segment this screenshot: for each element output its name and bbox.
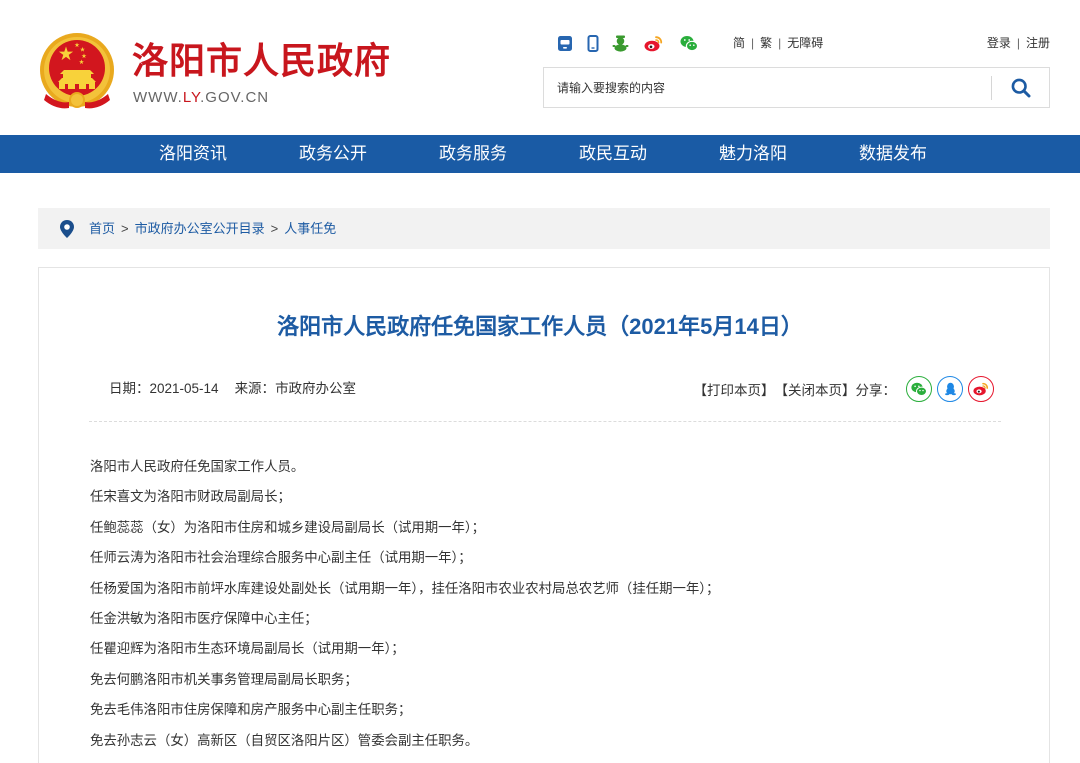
wechat-icon[interactable] xyxy=(680,35,698,52)
app-icon-graphic xyxy=(558,36,572,51)
share-wechat-button[interactable] xyxy=(906,376,932,402)
site-url-prefix: WWW. xyxy=(133,89,183,106)
account-separator: | xyxy=(1016,36,1020,50)
national-emblem xyxy=(38,32,116,112)
qq-icon xyxy=(944,382,956,396)
lang-separator: | xyxy=(751,36,755,50)
mini-program-icon-graphic xyxy=(612,35,629,52)
article-paragraph: 免去何鹏洛阳市机关事务管理局副局长职务； xyxy=(90,671,358,687)
article-paragraph: 任师云涛为洛阳市社会治理综合服务中心副主任（试用期一年）； xyxy=(90,550,472,566)
share-weibo-button[interactable] xyxy=(968,376,994,402)
article-paragraph: 免去孙志云（女）高新区（自贸区洛阳片区）管委会副主任职务。 xyxy=(90,732,479,748)
mobile-icon[interactable] xyxy=(587,35,599,52)
nav-item-luoyang-news[interactable]: 洛阳资讯 xyxy=(123,135,263,173)
article-paragraph: 任宋喜文为洛阳市财政局副局长； xyxy=(90,489,291,505)
traditional-chinese-link[interactable]: 繁 xyxy=(760,36,772,50)
weibo-icon xyxy=(973,382,988,396)
mini-program-icon[interactable] xyxy=(612,35,629,52)
date-label: 日期： xyxy=(109,381,150,396)
share-qq-button[interactable] xyxy=(937,376,963,402)
simplified-chinese-link[interactable]: 简 xyxy=(733,36,745,50)
article-paragraph: 任杨爱国为洛阳市前坪水库建设处副处长（试用期一年），挂任洛阳市农业农村局总农艺师… xyxy=(90,580,720,596)
article-paragraph: 洛阳市人民政府任免国家工作人员。 xyxy=(90,459,305,474)
account-links: 登录 | 注册 xyxy=(987,35,1050,51)
breadcrumb-catalog[interactable]: 市政府办公室公开目录 xyxy=(135,221,265,236)
article-paragraph: 任鲍蕊蕊（女）为洛阳市住房和城乡建设局副局长（试用期一年）； xyxy=(90,519,486,535)
search-button[interactable] xyxy=(992,68,1049,107)
article-paragraph: 任瞿迎辉为洛阳市生态环境局副局长（试用期一年）； xyxy=(90,641,405,657)
meta-divider xyxy=(89,421,1001,422)
national-emblem-graphic xyxy=(40,33,114,109)
nav-item-public-interaction[interactable]: 政民互动 xyxy=(543,135,683,173)
article-title: 洛阳市人民政府任免国家工作人员（2021年5月14日） xyxy=(277,314,803,339)
site-title: 洛阳市人民政府 xyxy=(132,40,392,81)
location-pin-icon xyxy=(60,220,74,238)
search-box xyxy=(543,67,1050,108)
article-paragraph: 任金洪敏为洛阳市医疗保障中心主任； xyxy=(90,611,318,627)
source-value: 市政府办公室 xyxy=(275,381,357,396)
article-meta: 日期：2021-05-14 来源：市政府办公室 xyxy=(109,379,356,399)
nav-item-data-release[interactable]: 数据发布 xyxy=(823,135,963,173)
search-icon xyxy=(1011,78,1030,97)
app-icon[interactable] xyxy=(557,35,573,52)
accessibility-link[interactable]: 无障碍 xyxy=(787,36,823,50)
breadcrumb-separator: > xyxy=(121,221,129,236)
wechat-icon xyxy=(911,382,927,396)
share-label: 分享： xyxy=(855,383,897,398)
article-actions: 【打印本页】 【关闭本页】 分享： xyxy=(694,376,994,402)
register-link[interactable]: 注册 xyxy=(1026,36,1050,50)
nav-list: 洛阳资讯 政务公开 政务服务 政民互动 魅力洛阳 数据发布 xyxy=(123,135,963,173)
login-link[interactable]: 登录 xyxy=(987,36,1011,50)
source-label: 来源： xyxy=(234,381,276,396)
lang-separator: | xyxy=(778,36,782,50)
print-page-link[interactable]: 【打印本页】 xyxy=(694,379,775,399)
breadcrumb-trail: 首页 > 市政府办公室公开目录 > 人事任免 xyxy=(89,208,336,249)
nav-item-government-affairs-disclosure[interactable]: 政务公开 xyxy=(263,135,403,173)
publish-date: 2021-05-14 xyxy=(149,381,219,396)
wechat-icon-graphic xyxy=(680,36,698,52)
mobile-icon-graphic xyxy=(587,35,599,52)
location-pin-graphic xyxy=(60,220,74,238)
search-input[interactable] xyxy=(544,68,991,107)
breadcrumb-separator: > xyxy=(270,221,279,236)
article-body: 洛阳市人民政府任免国家工作人员。 任宋喜文为洛阳市财政局副局长； 任鲍蕊蕊（女）… xyxy=(90,452,719,756)
nav-item-charming-luoyang[interactable]: 魅力洛阳 xyxy=(683,135,823,173)
weibo-icon[interactable] xyxy=(644,35,663,52)
nav-item-government-services[interactable]: 政务服务 xyxy=(403,135,543,173)
close-page-link[interactable]: 【关闭本页】 xyxy=(775,379,856,399)
site-url-suffix: .GOV.CN xyxy=(200,89,270,106)
article-container: 洛阳市人民政府任免国家工作人员（2021年5月14日） 日期：2021-05-1… xyxy=(38,267,1050,763)
article-paragraph: 免去毛伟洛阳市住房保障和房产服务中心副主任职务； xyxy=(90,702,412,718)
breadcrumb: 首页 > 市政府办公室公开目录 > 人事任免 xyxy=(38,208,1050,249)
site-url: WWW.LY.GOV.CN xyxy=(133,88,269,108)
language-switch: 简 | 繁 | 无障碍 xyxy=(733,35,823,51)
main-nav: 洛阳资讯 政务公开 政务服务 政民互动 魅力洛阳 数据发布 xyxy=(0,135,1080,173)
weibo-icon-graphic xyxy=(644,36,663,52)
breadcrumb-current[interactable]: 人事任免 xyxy=(284,221,336,236)
breadcrumb-home[interactable]: 首页 xyxy=(89,221,115,236)
site-url-highlight: LY xyxy=(182,89,201,106)
